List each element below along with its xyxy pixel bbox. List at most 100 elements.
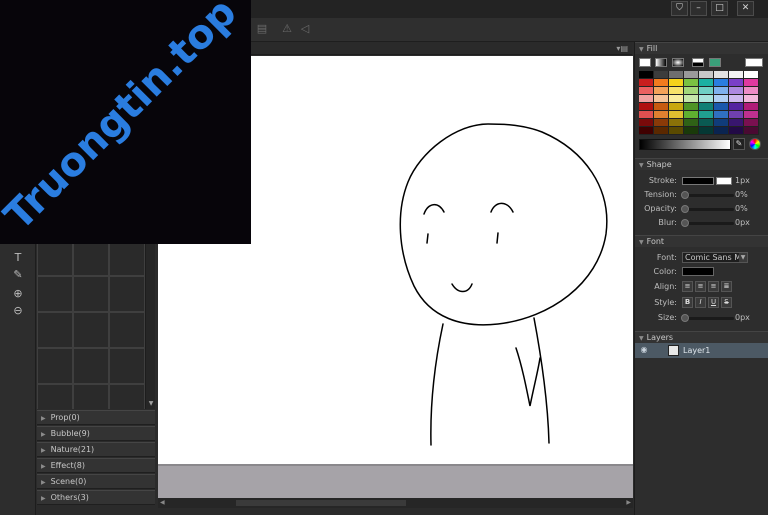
font-panel-header[interactable]: ▼ Font: [635, 235, 768, 247]
color-swatch[interactable]: [729, 87, 744, 95]
align-left-icon[interactable]: ≡: [682, 281, 693, 292]
color-swatch[interactable]: [714, 103, 729, 111]
color-swatch[interactable]: [669, 127, 684, 135]
stroke-secondary-box[interactable]: [716, 177, 732, 185]
color-swatch[interactable]: [729, 119, 744, 127]
resource-cell[interactable]: [37, 276, 73, 312]
color-swatch[interactable]: [729, 71, 744, 79]
color-swatch[interactable]: [744, 79, 759, 87]
color-swatch[interactable]: [669, 111, 684, 119]
color-swatch[interactable]: [714, 87, 729, 95]
resource-cell[interactable]: [37, 312, 73, 348]
category-others[interactable]: ▶ Others(3): [37, 490, 155, 505]
font-select[interactable]: Comic Sans M ▼: [682, 252, 748, 263]
color-swatch[interactable]: [654, 87, 669, 95]
pattern-fill-button[interactable]: [692, 58, 704, 67]
category-nature[interactable]: ▶ Nature(21): [37, 442, 155, 457]
shape-panel-header[interactable]: ▼ Shape: [635, 158, 768, 170]
category-scene[interactable]: ▶ Scene(0): [37, 474, 155, 489]
blur-slider[interactable]: [682, 222, 734, 225]
color-swatch[interactable]: [684, 111, 699, 119]
color-swatch[interactable]: [669, 71, 684, 79]
color-swatch[interactable]: [714, 79, 729, 87]
color-swatch[interactable]: [744, 127, 759, 135]
eyedropper-icon[interactable]: ✎: [733, 138, 745, 150]
color-swatch[interactable]: [639, 79, 654, 87]
color-swatch[interactable]: [744, 95, 759, 103]
opacity-slider[interactable]: [682, 208, 734, 211]
color-swatch[interactable]: [744, 119, 759, 127]
color-swatch[interactable]: [699, 111, 714, 119]
color-swatch[interactable]: [729, 103, 744, 111]
color-wheel-icon[interactable]: [749, 138, 761, 150]
text-tool-icon[interactable]: T: [10, 250, 26, 266]
color-swatch[interactable]: [729, 79, 744, 87]
stroke-color-box[interactable]: [682, 177, 714, 185]
pin-button[interactable]: ⛉: [671, 1, 688, 16]
color-swatch-grid[interactable]: [639, 71, 763, 135]
radial-gradient-button[interactable]: [672, 58, 684, 67]
timeline-area[interactable]: [158, 464, 633, 498]
resource-cell[interactable]: [109, 276, 145, 312]
horizontal-scrollbar[interactable]: ◀ ▶: [158, 498, 633, 508]
size-slider-knob[interactable]: [681, 314, 689, 322]
align-justify-icon[interactable]: ≣: [721, 281, 732, 292]
color-swatch[interactable]: [714, 111, 729, 119]
color-swatch[interactable]: [654, 127, 669, 135]
align-right-icon[interactable]: ≡: [708, 281, 719, 292]
zoom-out-icon[interactable]: ⊖: [10, 303, 26, 319]
color-swatch[interactable]: [744, 87, 759, 95]
underline-button[interactable]: U: [708, 297, 719, 308]
close-button[interactable]: ✕: [737, 1, 754, 16]
color-swatch[interactable]: [654, 71, 669, 79]
italic-button[interactable]: I: [695, 297, 706, 308]
maximize-button[interactable]: □: [711, 1, 728, 16]
opacity-slider-knob[interactable]: [681, 205, 689, 213]
eye-icon[interactable]: ◉: [638, 344, 650, 356]
color-swatch[interactable]: [729, 95, 744, 103]
scroll-left-icon[interactable]: ◀: [160, 498, 165, 508]
category-effect[interactable]: ▶ Effect(8): [37, 458, 155, 473]
font-color-box[interactable]: [682, 267, 714, 276]
color-swatch[interactable]: [639, 87, 654, 95]
resource-cell[interactable]: [73, 312, 109, 348]
color-swatch[interactable]: [669, 119, 684, 127]
color-swatch[interactable]: [744, 71, 759, 79]
fill-panel-header[interactable]: ▼ Fill: [635, 42, 768, 54]
color-swatch[interactable]: [669, 95, 684, 103]
resource-cell[interactable]: [73, 384, 109, 409]
zoom-in-icon[interactable]: ⊕: [10, 286, 26, 302]
color-swatch[interactable]: [654, 79, 669, 87]
flip-icon[interactable]: ◁: [298, 22, 312, 36]
color-swatch[interactable]: [714, 119, 729, 127]
color-swatch[interactable]: [714, 95, 729, 103]
resource-cell[interactable]: [109, 348, 145, 384]
color-swatch[interactable]: [684, 87, 699, 95]
color-swatch[interactable]: [654, 111, 669, 119]
scrollbar-thumb[interactable]: [236, 500, 406, 506]
color-swatch[interactable]: [699, 71, 714, 79]
color-swatch[interactable]: [684, 103, 699, 111]
color-swatch[interactable]: [684, 71, 699, 79]
color-swatch[interactable]: [684, 119, 699, 127]
resource-cell[interactable]: [109, 312, 145, 348]
align-center-icon[interactable]: ≡: [695, 281, 706, 292]
layer-align-icon[interactable]: ▤: [255, 22, 269, 36]
color-swatch[interactable]: [699, 79, 714, 87]
tension-slider-knob[interactable]: [681, 191, 689, 199]
strikethrough-button[interactable]: S: [721, 297, 732, 308]
solid-fill-button[interactable]: [639, 58, 651, 67]
resource-cell[interactable]: [37, 244, 73, 276]
color-swatch[interactable]: [744, 111, 759, 119]
minimize-button[interactable]: –: [690, 1, 707, 16]
color-swatch[interactable]: [639, 71, 654, 79]
color-swatch[interactable]: [654, 103, 669, 111]
color-swatch[interactable]: [684, 79, 699, 87]
color-swatch[interactable]: [669, 87, 684, 95]
blur-slider-knob[interactable]: [681, 219, 689, 227]
color-swatch[interactable]: [699, 119, 714, 127]
resource-cell[interactable]: [109, 244, 145, 276]
color-swatch[interactable]: [714, 127, 729, 135]
size-slider[interactable]: [682, 317, 734, 320]
color-swatch[interactable]: [639, 127, 654, 135]
